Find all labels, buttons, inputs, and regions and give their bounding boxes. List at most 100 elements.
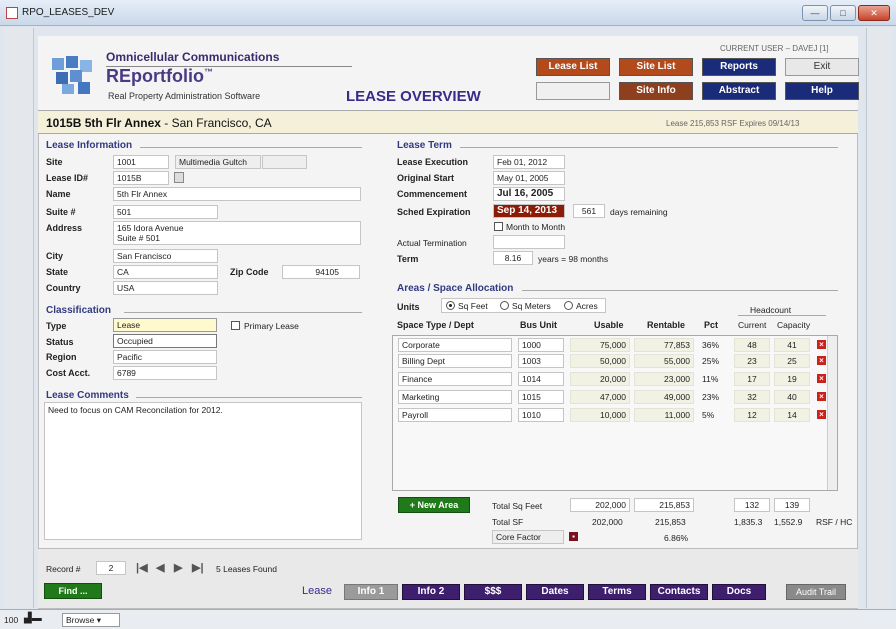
copy-icon[interactable] — [174, 172, 184, 183]
reports-button[interactable]: Reports — [702, 58, 776, 76]
site-list-button[interactable]: Site List — [619, 58, 693, 76]
execution-field[interactable]: Feb 01, 2012 — [493, 155, 565, 169]
tab-terms[interactable]: Terms — [588, 584, 646, 600]
lease-list-button[interactable]: Lease List — [536, 58, 610, 76]
first-record-icon[interactable]: |◀ — [136, 561, 148, 574]
name-field[interactable]: 5th Flr Annex — [113, 187, 361, 201]
delete-row-icon[interactable]: × — [817, 340, 826, 349]
unit-radio-acres[interactable] — [564, 301, 573, 310]
month-to-month-checkbox[interactable] — [494, 222, 503, 231]
audit-trail-button[interactable]: Audit Trail — [786, 584, 846, 600]
delete-row-icon[interactable]: × — [817, 410, 826, 419]
original-start-field[interactable]: May 01, 2005 — [493, 171, 565, 185]
close-button[interactable]: ✕ — [858, 5, 890, 21]
cost-field[interactable]: 6789 — [113, 366, 217, 380]
row-dept[interactable]: Finance — [398, 372, 512, 386]
new-area-button[interactable]: + New Area — [398, 497, 470, 513]
actual-termination-field[interactable] — [493, 235, 565, 249]
address-field[interactable]: 165 Idora Avenue Suite # 501 — [113, 221, 361, 245]
row-dept[interactable]: Billing Dept — [398, 354, 512, 368]
next-record-icon[interactable]: ▶ — [174, 561, 182, 574]
row-usable[interactable]: 75,000 — [570, 338, 630, 352]
row-dept[interactable]: Payroll — [398, 408, 512, 422]
site-info-button[interactable]: Site Info — [619, 82, 693, 100]
zip-field[interactable]: 94105 — [282, 265, 360, 279]
row-rentable[interactable]: 77,853 — [634, 338, 694, 352]
last-record-icon[interactable]: ▶| — [192, 561, 204, 574]
core-factor-toggle-icon[interactable]: ▪ — [569, 532, 578, 541]
lease-id-field[interactable]: 1015B — [113, 171, 169, 185]
row-pct: 25% — [702, 356, 720, 366]
tab-info-2[interactable]: Info 2 — [402, 584, 460, 600]
row-bus-unit[interactable]: 1014 — [518, 372, 564, 386]
row-rentable[interactable]: 11,000 — [634, 408, 694, 422]
country-label: Country — [46, 283, 81, 293]
sched-expiration-field[interactable]: Sep 14, 2013 — [493, 204, 565, 218]
suite-field[interactable]: 501 — [113, 205, 218, 219]
tab-docs[interactable]: Docs — [712, 584, 766, 600]
row-rentable[interactable]: 55,000 — [634, 354, 694, 368]
unit-radio-sqft[interactable] — [446, 301, 455, 310]
row-bus-unit[interactable]: 1003 — [518, 354, 564, 368]
tab-dates[interactable]: Dates — [526, 584, 584, 600]
row-capacity[interactable]: 40 — [774, 390, 810, 404]
layout-icon[interactable]: ▟▬ — [24, 613, 42, 624]
type-field[interactable]: Lease — [113, 318, 217, 332]
row-current[interactable]: 48 — [734, 338, 770, 352]
minimize-button[interactable]: — — [802, 5, 828, 21]
blank-button[interactable] — [536, 82, 610, 100]
row-current[interactable]: 17 — [734, 372, 770, 386]
row-usable[interactable]: 20,000 — [570, 372, 630, 386]
delete-row-icon[interactable]: × — [817, 374, 826, 383]
region-field[interactable]: Pacific — [113, 350, 217, 364]
comments-textarea[interactable]: Need to focus on CAM Reconcilation for 2… — [44, 402, 362, 540]
term-unit-label: years = 98 months — [538, 254, 609, 264]
row-current[interactable]: 12 — [734, 408, 770, 422]
comments-rule — [136, 397, 362, 398]
country-field[interactable]: USA — [113, 281, 218, 295]
term-field[interactable]: 8.16 — [493, 251, 533, 265]
site-field[interactable]: 1001 — [113, 155, 169, 169]
company-name: Omnicellular Communications — [106, 50, 280, 64]
row-capacity[interactable]: 19 — [774, 372, 810, 386]
col-dept: Space Type / Dept — [397, 320, 474, 330]
status-field[interactable]: Occupied — [113, 334, 217, 348]
row-rentable[interactable]: 49,000 — [634, 390, 694, 404]
tab-info-1[interactable]: Info 1 — [344, 584, 398, 600]
row-dept[interactable]: Corporate — [398, 338, 512, 352]
city-field[interactable]: San Francisco — [113, 249, 218, 263]
prev-record-icon[interactable]: ◀ — [156, 561, 164, 574]
row-bus-unit[interactable]: 1010 — [518, 408, 564, 422]
row-current[interactable]: 23 — [734, 354, 770, 368]
tab-contacts[interactable]: Contacts — [650, 584, 708, 600]
record-field[interactable]: 2 — [96, 561, 126, 575]
primary-lease-checkbox[interactable] — [231, 321, 240, 330]
tab-money[interactable]: $$$ — [464, 584, 522, 600]
row-rentable[interactable]: 23,000 — [634, 372, 694, 386]
abstract-button[interactable]: Abstract — [702, 82, 776, 100]
row-capacity[interactable]: 25 — [774, 354, 810, 368]
find-button[interactable]: Find ... — [44, 583, 102, 599]
row-usable[interactable]: 10,000 — [570, 408, 630, 422]
exit-button[interactable]: Exit — [785, 58, 859, 76]
row-usable[interactable]: 50,000 — [570, 354, 630, 368]
row-bus-unit[interactable]: 1000 — [518, 338, 564, 352]
row-capacity[interactable]: 14 — [774, 408, 810, 422]
row-capacity[interactable]: 41 — [774, 338, 810, 352]
maximize-button[interactable]: □ — [830, 5, 856, 21]
row-dept[interactable]: Marketing — [398, 390, 512, 404]
grid-scrollbar[interactable] — [827, 336, 837, 490]
delete-row-icon[interactable]: × — [817, 392, 826, 401]
row-usable[interactable]: 47,000 — [570, 390, 630, 404]
state-field[interactable]: CA — [113, 265, 218, 279]
row-bus-unit[interactable]: 1015 — [518, 390, 564, 404]
unit-radio-sqm[interactable] — [500, 301, 509, 310]
zoom-level[interactable]: 100 — [4, 615, 18, 625]
row-current[interactable]: 32 — [734, 390, 770, 404]
commencement-field[interactable]: Jul 16, 2005 — [493, 187, 565, 201]
delete-row-icon[interactable]: × — [817, 356, 826, 365]
help-button[interactable]: Help — [785, 82, 859, 100]
mode-value: Browse — [66, 615, 95, 625]
vertical-scrollbar[interactable] — [866, 28, 892, 608]
mode-select[interactable]: Browse ▾ — [62, 613, 120, 627]
